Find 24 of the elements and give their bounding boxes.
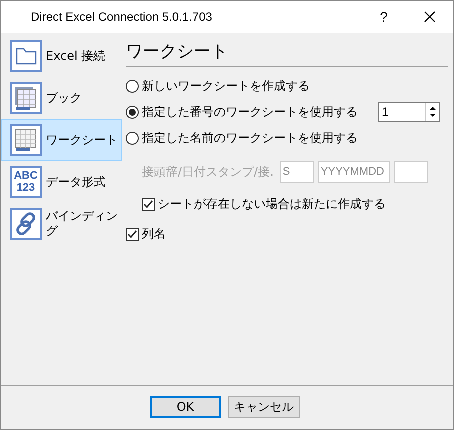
stacked-sheets-icon [10,82,42,114]
radio-option[interactable]: 新しいワークシートを作成する [126,77,310,95]
help-button[interactable]: ? [361,1,407,33]
number-spinner[interactable]: 1 [378,102,440,122]
chain-link-icon [10,208,42,240]
radio-option[interactable]: 指定した名前のワークシートを使用する [126,129,358,147]
sidebar-item[interactable]: バインディング [1,203,122,245]
sidebar-item[interactable]: Excel 接続 [1,35,122,77]
check-icon [143,198,154,210]
check-icon [127,228,138,240]
sidebar-item[interactable]: ワークシート [1,119,122,161]
folder-icon [10,40,42,72]
abc-123-icon: ABC 123 [10,166,42,198]
prefix-label: 接頭辞/日付スタンプ/接. [142,164,274,181]
checkbox-option[interactable]: 列名 [126,225,166,243]
dialog-button[interactable]: OK [150,396,221,418]
window-title: Direct Excel Connection 5.0.1.703 [31,9,212,26]
section-title: ワークシート [126,41,229,63]
sidebar-item[interactable]: ブック [1,77,122,119]
close-icon [424,11,436,23]
grid-sheet-icon [10,124,42,156]
dialog-button[interactable]: キャンセル [228,396,300,418]
checkbox-option[interactable]: シートが存在しない場合は新たに作成する [142,195,386,213]
radio-option[interactable]: 指定した番号のワークシートを使用する [126,103,358,121]
